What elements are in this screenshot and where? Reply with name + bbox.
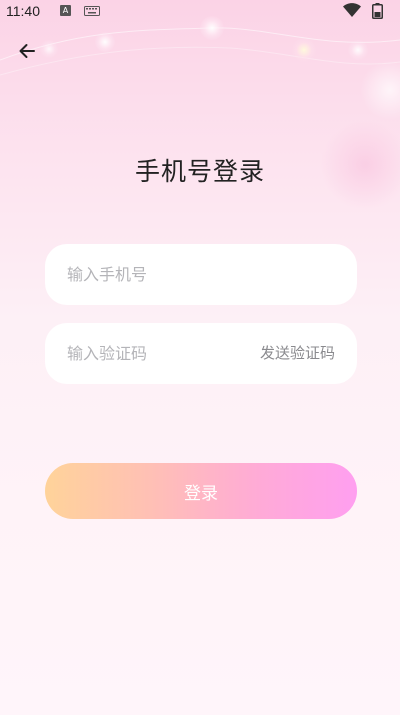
send-code-button[interactable]: 发送验证码 [260, 323, 335, 384]
bokeh-light [95, 32, 115, 52]
phone-input[interactable] [67, 244, 337, 305]
code-input[interactable] [67, 323, 237, 384]
status-bar: 11:40 A [0, 0, 400, 22]
status-time: 11:40 [6, 3, 40, 19]
page-title: 手机号登录 [134, 157, 265, 186]
battery-icon [372, 3, 383, 19]
arrow-left-icon [19, 44, 35, 58]
bokeh-light [40, 40, 58, 58]
keyboard-icon [84, 6, 100, 16]
a-badge-icon: A [60, 5, 71, 16]
bokeh-light [348, 40, 368, 60]
login-button[interactable]: 登录 [45, 463, 357, 519]
code-field[interactable]: 发送验证码 [45, 323, 357, 384]
bokeh-light [292, 38, 316, 62]
wifi-icon [343, 3, 361, 17]
back-button[interactable] [14, 38, 40, 64]
bokeh-light [360, 60, 400, 120]
phone-field[interactable] [45, 244, 357, 305]
